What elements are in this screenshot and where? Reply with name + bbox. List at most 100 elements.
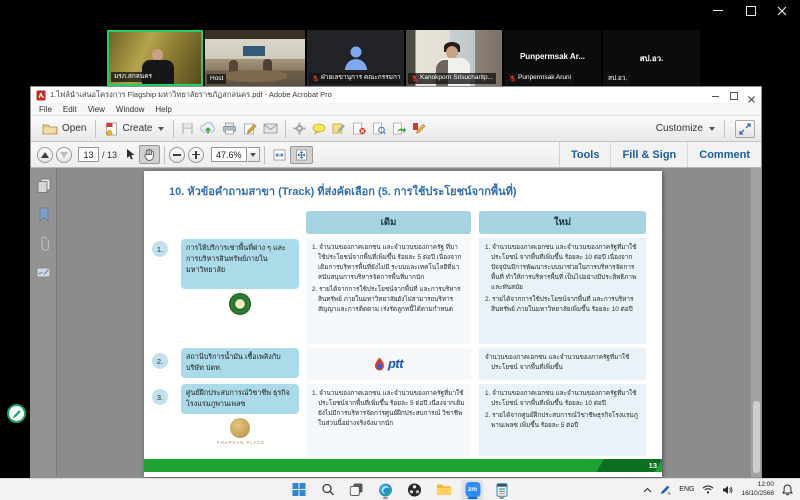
settings-gear-button[interactable] xyxy=(290,120,309,137)
customize-button[interactable]: Customize xyxy=(651,121,720,136)
cell-text: 2. รายได้จากศูนย์ฝึกประสบการณ์วิชาชีพธุร… xyxy=(485,411,638,429)
vertical-scrollbar[interactable] xyxy=(751,168,761,477)
hand-tool-button[interactable] xyxy=(139,145,161,164)
select-tool-button[interactable] xyxy=(122,146,139,163)
page-number-input[interactable] xyxy=(78,147,99,162)
acrobat-panel-tabs: Tools Fill & Sign Comment xyxy=(558,142,761,167)
annotation-pencil-button[interactable] xyxy=(7,404,26,423)
signatures-icon[interactable] xyxy=(36,266,51,279)
cell-old: 1. จำนวนของภาคเอกชน และจำนวนของภาครัฐที่… xyxy=(306,384,471,456)
acrobat-nav-toolbar: / 13 47.6% Tools Fill & Sign Comment xyxy=(31,142,761,168)
video-tile-host[interactable]: Host xyxy=(205,30,305,86)
row-topic-label: สถานีบริการน้ำมัน เชื้อเพลิงกับบริษัท ปต… xyxy=(181,348,299,378)
save-button[interactable] xyxy=(178,120,197,137)
language-indicator[interactable]: ENG xyxy=(679,486,694,493)
close-icon[interactable] xyxy=(776,4,788,16)
zoom-app-icon: zm xyxy=(465,482,480,497)
chevron-down-icon xyxy=(250,152,257,157)
notification-bell-icon[interactable] xyxy=(782,483,793,496)
minimize-icon[interactable] xyxy=(711,91,720,100)
cloud-upload-button[interactable] xyxy=(197,120,219,137)
email-button[interactable] xyxy=(260,121,281,136)
divider xyxy=(285,119,287,138)
cell-old: 1. จำนวนของภาคเอกชน และจำนวนของภาครัฐ ที… xyxy=(306,238,471,344)
pdf-page: 10. หัวข้อคำถามสาขา (Track) ที่ส่งคัดเลื… xyxy=(144,171,662,477)
attachments-paperclip-icon[interactable] xyxy=(38,236,50,252)
active-indicator xyxy=(467,497,478,499)
menu-help[interactable]: Help xyxy=(155,105,171,114)
fit-width-button[interactable] xyxy=(269,147,290,163)
participant-name-label: สป.อว. xyxy=(605,73,631,84)
create-pdf-icon xyxy=(106,122,118,136)
mic-muted-icon xyxy=(312,75,319,82)
search-button[interactable] xyxy=(317,480,339,500)
clock-date[interactable]: 12:00 16/10/2568 xyxy=(741,481,774,497)
pen-input-icon[interactable] xyxy=(660,484,672,495)
participant-name: สป.อว. xyxy=(608,74,628,82)
notes-app-button[interactable] xyxy=(491,480,513,500)
video-tile[interactable]: Kanokporn Srisucharitp... xyxy=(406,30,502,86)
bookmarks-icon[interactable] xyxy=(38,207,50,222)
file-explorer-button[interactable] xyxy=(433,480,455,500)
windows-logo-icon xyxy=(292,483,305,496)
row-topic-label: การให้บริการเช่าพื้นที่ต่าง ๆ และการบริห… xyxy=(181,239,299,289)
mic-muted-icon xyxy=(411,75,418,82)
next-page-button[interactable] xyxy=(56,146,72,163)
row-number-badge: 1. xyxy=(152,241,168,257)
create-label: Create xyxy=(122,123,153,134)
task-view-button[interactable] xyxy=(346,480,368,500)
comment-bubble-button[interactable] xyxy=(309,121,329,137)
zoom-window-controls xyxy=(712,4,788,16)
tab-fill-sign[interactable]: Fill & Sign xyxy=(610,142,687,167)
close-icon[interactable] xyxy=(747,91,756,103)
divider xyxy=(173,119,175,138)
maximize-icon[interactable] xyxy=(744,4,756,16)
print-button[interactable] xyxy=(219,120,240,137)
document-search-button[interactable] xyxy=(369,120,389,137)
document-delete-button[interactable] xyxy=(349,120,369,137)
phuphan-place-logo-text: PHUPHAN PLACE xyxy=(216,440,266,445)
menu-edit[interactable]: Edit xyxy=(63,105,77,114)
zoom-in-button[interactable] xyxy=(188,146,205,163)
menu-file[interactable]: File xyxy=(39,105,52,114)
video-tile-camera-off[interactable]: Punpermsak Ar... Punpermsak Aruni xyxy=(504,30,601,86)
desktop-screen: มรภ.สกลนคร Host ฝ่ายเลขานุการ คณะกรรมกา.… xyxy=(0,0,800,500)
menu-view[interactable]: View xyxy=(88,105,105,114)
text-edits-button[interactable] xyxy=(329,120,349,137)
video-tile-active-speaker[interactable]: มรภ.สกลนคร xyxy=(107,30,203,86)
zoom-out-button[interactable] xyxy=(169,146,186,163)
document-send-button[interactable] xyxy=(389,120,409,137)
volume-icon[interactable] xyxy=(722,485,733,495)
row-topic-label: ศูนย์ฝึกประสบการณ์วิชาชีพ ธุรกิจโรงแรมภู… xyxy=(181,384,299,414)
tray-expand-chevron-icon[interactable] xyxy=(643,487,652,493)
ptt-flame-icon xyxy=(374,357,384,371)
tab-comment[interactable]: Comment xyxy=(687,142,761,167)
tab-tools[interactable]: Tools xyxy=(560,142,611,167)
cell-old: ptt xyxy=(306,348,471,380)
wifi-icon[interactable] xyxy=(702,485,714,494)
scrollbar-thumb[interactable] xyxy=(752,401,760,473)
create-button[interactable]: Create xyxy=(100,120,169,138)
edit-pen-button[interactable] xyxy=(240,120,260,137)
zoom-app-button[interactable]: zm xyxy=(461,479,484,500)
page-thumbnails-icon[interactable] xyxy=(37,178,51,193)
restore-icon[interactable] xyxy=(729,91,738,100)
video-tile-camera-off[interactable]: สป.อว. สป.อว. xyxy=(603,30,700,86)
start-button[interactable] xyxy=(288,480,310,500)
cell-new: 1. จำนวนของภาคเอกชน และจำนวนของภาครัฐที่… xyxy=(479,384,646,456)
sign-pen-button[interactable] xyxy=(409,120,429,137)
participant-name: Kanokporn Srisucharitp... xyxy=(420,74,493,82)
open-button[interactable]: Open xyxy=(37,121,91,137)
fullscreen-button[interactable] xyxy=(735,119,755,138)
minimize-icon[interactable] xyxy=(712,4,724,16)
previous-page-button[interactable] xyxy=(37,146,53,163)
video-tile-avatar[interactable]: ฝ่ายเลขานุการ คณะกรรมกา... xyxy=(307,30,404,86)
cell-text: 1. จำนวนของภาคเอกชน และจำนวนของภาครัฐ ที… xyxy=(312,244,462,281)
zoom-level-value[interactable]: 47.6% xyxy=(211,147,247,162)
menu-window[interactable]: Window xyxy=(116,105,144,114)
fit-page-button[interactable] xyxy=(289,145,313,164)
edge-browser-button[interactable] xyxy=(375,480,397,500)
obs-button[interactable] xyxy=(404,480,426,500)
zoom-level-dropdown[interactable] xyxy=(247,147,260,162)
row-number-badge: 3. xyxy=(152,389,168,405)
